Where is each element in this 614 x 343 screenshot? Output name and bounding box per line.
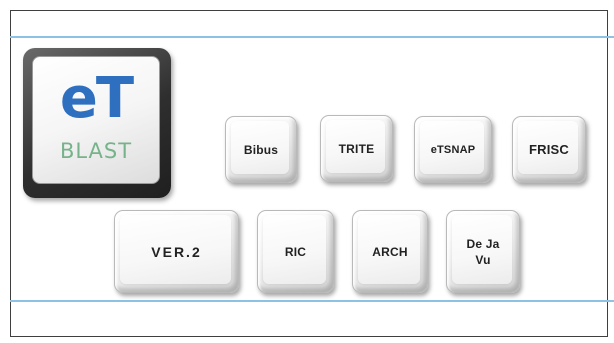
- top-divider: [10, 36, 614, 38]
- key-deja-vu-label: De Ja Vu: [466, 236, 500, 267]
- key-ver2[interactable]: VER.2: [114, 210, 239, 293]
- key-trite[interactable]: TRITE: [320, 115, 393, 182]
- key-frisc[interactable]: FRISC: [512, 116, 586, 183]
- logo-mark: eT: [59, 66, 134, 131]
- key-ver2-label: VER.2: [151, 243, 202, 260]
- etblast-logo-button[interactable]: eT BLAST: [23, 48, 171, 198]
- key-trite-label: TRITE: [338, 141, 375, 156]
- key-etsnap[interactable]: eTSNAP: [414, 116, 492, 183]
- key-bibus[interactable]: Bibus: [225, 116, 297, 183]
- key-ric-label: RIC: [284, 244, 307, 259]
- key-ric[interactable]: RIC: [257, 210, 334, 293]
- key-etsnap-label: eTSNAP: [430, 143, 476, 156]
- bottom-divider: [10, 300, 614, 302]
- key-arch[interactable]: ARCH: [352, 210, 428, 293]
- key-bibus-label: Bibus: [243, 142, 279, 157]
- key-deja-vu[interactable]: De Ja Vu: [446, 210, 520, 293]
- key-frisc-label: FRISC: [529, 141, 569, 157]
- logo-face: eT BLAST: [32, 56, 160, 184]
- key-arch-label: ARCH: [372, 244, 408, 259]
- logo-word: BLAST: [59, 139, 133, 163]
